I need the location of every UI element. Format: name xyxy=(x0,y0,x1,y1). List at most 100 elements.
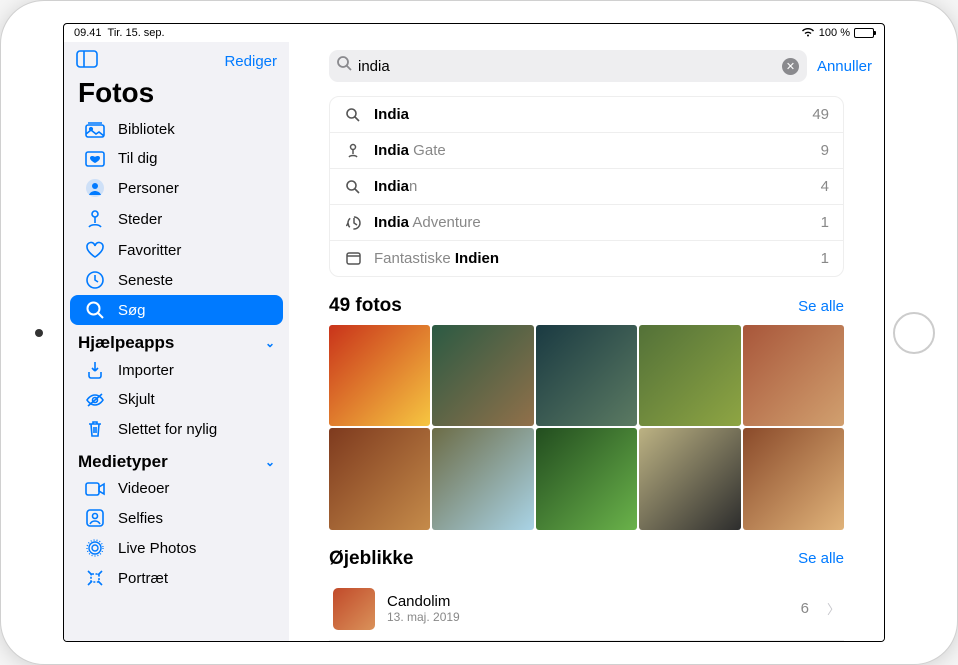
sidebar-item-label: Bibliotek xyxy=(118,121,175,138)
suggestion-row[interactable]: Fantastiske Indien 1 xyxy=(330,240,843,276)
sidebar-title: Fotos xyxy=(64,77,289,115)
section-label: Hjælpeapps xyxy=(78,333,174,353)
clear-search-button[interactable]: ✕ xyxy=(782,58,799,75)
livephotos-icon xyxy=(84,539,106,557)
battery-icon xyxy=(854,28,874,38)
section-utilities[interactable]: Hjælpeapps ⌄ xyxy=(64,325,289,355)
suggestion-count: 1 xyxy=(821,250,829,267)
sidebar-item-portrait[interactable]: Portræt xyxy=(70,563,283,593)
sidebar-item-deleted[interactable]: Slettet for nylig xyxy=(70,414,283,444)
moment-row[interactable]: Candolim 13. maj. 2019 6 〉 xyxy=(329,578,844,641)
library-icon xyxy=(84,122,106,138)
heart-icon xyxy=(84,241,106,259)
sidebar-item-hidden[interactable]: Skjult xyxy=(70,385,283,414)
sidebar-item-favorites[interactable]: Favoritter xyxy=(70,235,283,265)
cancel-button[interactable]: Annuller xyxy=(817,58,872,75)
place-pin-icon xyxy=(344,143,362,159)
sidebar-item-people[interactable]: Personer xyxy=(70,173,283,203)
sidebar-item-library[interactable]: Bibliotek xyxy=(70,115,283,144)
selfies-icon xyxy=(84,509,106,527)
people-icon xyxy=(84,179,106,197)
moment-thumbnail xyxy=(333,588,375,630)
sidebar-item-label: Søg xyxy=(118,302,146,319)
moment-date: 13. maj. 2019 xyxy=(387,610,789,624)
suggestion-count: 9 xyxy=(821,142,829,159)
see-all-photos-button[interactable]: Se alle xyxy=(798,298,844,315)
photo-thumbnail[interactable] xyxy=(743,325,844,426)
sidebar-item-selfies[interactable]: Selfies xyxy=(70,503,283,533)
album-icon xyxy=(344,252,362,265)
photo-thumbnail[interactable] xyxy=(536,325,637,426)
sidebar-item-recents[interactable]: Seneste xyxy=(70,265,283,295)
sidebar-item-label: Live Photos xyxy=(118,540,196,557)
suggestion-row[interactable]: India Gate 9 xyxy=(330,132,843,168)
sidebar-item-livephotos[interactable]: Live Photos xyxy=(70,533,283,563)
suggestion-text: India Gate xyxy=(374,142,809,159)
sidebar-item-label: Skjult xyxy=(118,391,155,408)
suggestion-row[interactable]: India Adventure 1 xyxy=(330,204,843,240)
photo-thumbnail[interactable] xyxy=(536,428,637,529)
suggestion-count: 1 xyxy=(821,214,829,231)
chevron-down-icon: ⌄ xyxy=(265,336,275,350)
sidebar-item-label: Slettet for nylig xyxy=(118,421,217,438)
hidden-icon xyxy=(84,392,106,408)
sidebar-item-label: Til dig xyxy=(118,150,157,167)
edit-button[interactable]: Rediger xyxy=(224,53,277,70)
suggestion-text: Fantastiske Indien xyxy=(374,250,809,267)
sidebar-item-label: Portræt xyxy=(118,570,168,587)
photo-grid xyxy=(329,325,844,530)
wifi-icon xyxy=(801,27,815,40)
places-icon xyxy=(84,209,106,229)
home-button[interactable] xyxy=(893,312,935,354)
search-icon xyxy=(337,56,352,76)
sidebar-item-videos[interactable]: Videoer xyxy=(70,474,283,503)
sidebar-item-label: Selfies xyxy=(118,510,163,527)
sidebar-item-label: Videoer xyxy=(118,480,169,497)
search-icon xyxy=(344,108,362,122)
search-icon xyxy=(344,180,362,194)
sidebar-item-search[interactable]: Søg xyxy=(70,295,283,325)
photos-heading: 49 fotos xyxy=(329,295,402,317)
photo-thumbnail[interactable] xyxy=(329,428,430,529)
suggestion-count: 4 xyxy=(821,178,829,195)
search-input[interactable] xyxy=(358,58,776,75)
moment-title: Candolim xyxy=(387,593,789,610)
photo-thumbnail[interactable] xyxy=(743,428,844,529)
clock-icon xyxy=(84,271,106,289)
photo-thumbnail[interactable] xyxy=(639,325,740,426)
search-field[interactable]: ✕ xyxy=(329,50,807,82)
photo-thumbnail[interactable] xyxy=(639,428,740,529)
sidebar-item-places[interactable]: Steder xyxy=(70,203,283,235)
section-label: Medietyper xyxy=(78,452,168,472)
sidebar-item-label: Personer xyxy=(118,180,179,197)
sidebar-toggle-icon[interactable] xyxy=(76,50,98,73)
suggestion-row[interactable]: India 49 xyxy=(330,97,843,132)
sidebar-item-label: Steder xyxy=(118,211,162,228)
chevron-right-icon: 〉 xyxy=(827,599,840,618)
sidebar-item-foryou[interactable]: Til dig xyxy=(70,144,283,173)
photo-thumbnail[interactable] xyxy=(432,325,533,426)
camera-dot xyxy=(35,329,43,337)
sidebar-item-import[interactable]: Importer xyxy=(70,355,283,385)
sidebar-item-label: Seneste xyxy=(118,272,173,289)
see-all-moments-button[interactable]: Se alle xyxy=(798,550,844,567)
status-date: Tir. 15. sep. xyxy=(108,27,165,39)
suggestion-row[interactable]: Indian 4 xyxy=(330,168,843,204)
moments-heading: Øjeblikke xyxy=(329,548,414,570)
trip-icon xyxy=(344,215,362,230)
moment-count: 6 xyxy=(801,600,809,617)
screen: 09.41 Tir. 15. sep. 100 % Rediger xyxy=(63,23,885,642)
section-mediatypes[interactable]: Medietyper ⌄ xyxy=(64,444,289,474)
photo-thumbnail[interactable] xyxy=(432,428,533,529)
search-icon xyxy=(84,301,106,319)
photo-thumbnail[interactable] xyxy=(329,325,430,426)
moments-list: Candolim 13. maj. 2019 6 〉 Anjuna Beach … xyxy=(329,578,844,641)
sidebar: Rediger Fotos Bibliotek Til dig Personer xyxy=(64,42,289,641)
foryou-icon xyxy=(84,151,106,167)
trash-icon xyxy=(84,420,106,438)
suggestion-text: India Adventure xyxy=(374,214,809,231)
sidebar-item-label: Favoritter xyxy=(118,242,181,259)
status-time: 09.41 xyxy=(74,27,102,39)
video-icon xyxy=(84,482,106,496)
status-battery-text: 100 % xyxy=(819,27,850,39)
